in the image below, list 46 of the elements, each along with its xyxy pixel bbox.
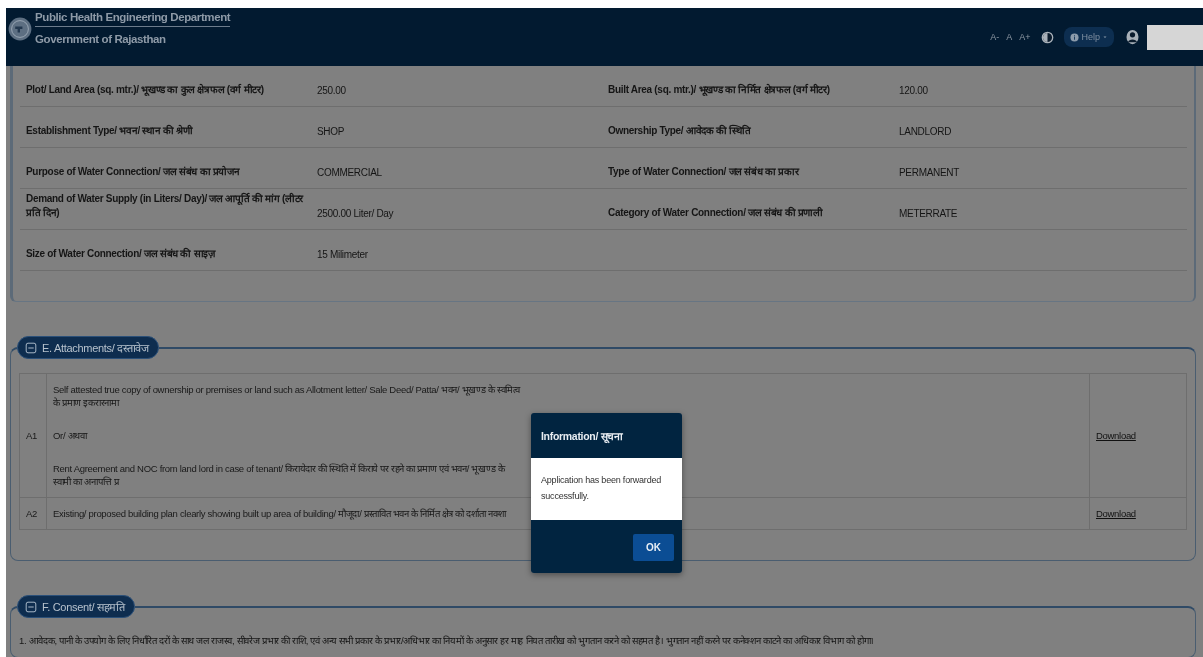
ok-button[interactable]: OK [633,534,674,561]
contrast-icon[interactable] [1041,29,1055,45]
field-value: 2500.00 Liter/ Day [311,189,602,230]
field-value: COMMERCIAL [311,148,602,189]
document-description: Or/ अथवा [53,429,89,443]
dialog-message: Application has been forwarded successfully. [541,474,663,503]
download-link[interactable]: Download [1096,508,1136,519]
section-header[interactable]: E. Attachments/ दस्तावेज [17,336,159,359]
section-header[interactable]: F. Consent/ सहमति [17,595,135,618]
table-cell: A2 [19,497,47,530]
user-icon[interactable] [1125,28,1140,46]
font-size-control[interactable]: A [1006,32,1013,42]
document-description: Rent Agreement and NOC from land lord in case of tenant/ किरायेदार की स्थिति में किराये पर रहने का प्रमाण एवं भवन/ भूखण्ड के स्वामी का अनापत्ति प्र [53,462,507,489]
field-label: Type of Water Connection/ जल संबंध का प्रकार [602,148,893,189]
field-label: Category of Water Connection/ जल संबंध की प्रणाली [602,189,893,230]
dialog-title: Information/ सूचना [531,413,682,458]
field-label: Purpose of Water Connection/ जल संबंध का प्रयोजन [20,148,311,189]
field-label: Built Area (sq. mtr.)/ भूखण्ड का निर्मित क्षेत्रफल (वर्ग मीटर) [602,66,893,107]
collapse-icon[interactable] [25,600,37,613]
field-value: 15 Milimeter [311,230,602,271]
collapse-icon[interactable] [25,341,37,354]
field-value: 120.00 [893,66,1187,107]
caret-icon [1102,34,1108,40]
field-value: SHOP [311,107,602,148]
field-value: PERMANENT [893,148,1187,189]
document-description: Existing/ proposed building plan clearly showing built up area of building/ मौजूदा/ प्रस्तावित भवन के निर्मित क्षेत्र को दर्शाता नक्शा [53,507,508,522]
help-button[interactable]: Help [1064,27,1114,47]
department-title: Public Health Engineering Department [35,11,231,27]
font-size-control[interactable]: A- [990,32,1000,42]
download-link[interactable]: Download [1096,430,1136,441]
field-label: Size of Water Connection/ जल संबंध की साइज़ [20,230,311,271]
field-value: METERRATE [893,189,1187,230]
field-value: 250.00 [311,66,602,107]
emblem-logo [8,17,32,41]
font-size-control[interactable]: A+ [1019,32,1031,42]
user-name-box [1147,24,1203,50]
field-value: LANDLORD [893,107,1187,148]
field-label: Demand of Water Supply (in Liters/ Day)/ जल आपूर्ति की मांग (लीटर प्रति दिन) [20,189,311,230]
field-label: Ownership Type/ आवेदक की स्थिति [602,107,893,148]
field-label: Establishment Type/ भवन/ स्थान की श्रेणी [20,107,311,148]
government-subtitle: Government of Rajasthan [35,32,167,45]
document-description: Self attested true copy of ownership or premises or land such as Allotment letter/ Sale Deed/ Patta/ भवन/ भूखण्ड के स्वमित्व के प्रमाण इकरारनामा [53,383,522,410]
info-icon [1070,32,1080,42]
consent-text: 1. आवेदक, पानी के उपयोग के लिए निर्धारित दरों के साथ जल राजस्व, सीवरेज प्रभार की राशि, एवं अन्य सभी प्रकार के प्रभार/अधिभार का नियमों के अनुसार हर माह नियत तारीख को भुगतान करने को सहमत है। भुगतान नहीं करने पर कनेक्शन काटने का अधिकार विभाग को होगा। [19,634,876,647]
field-label: Plot/ Land Area (sq. mtr.)/ भूखण्ड का कुल क्षेत्रफल (वर्ग मीटर) [20,66,311,107]
table-cell: A1 [19,373,47,498]
